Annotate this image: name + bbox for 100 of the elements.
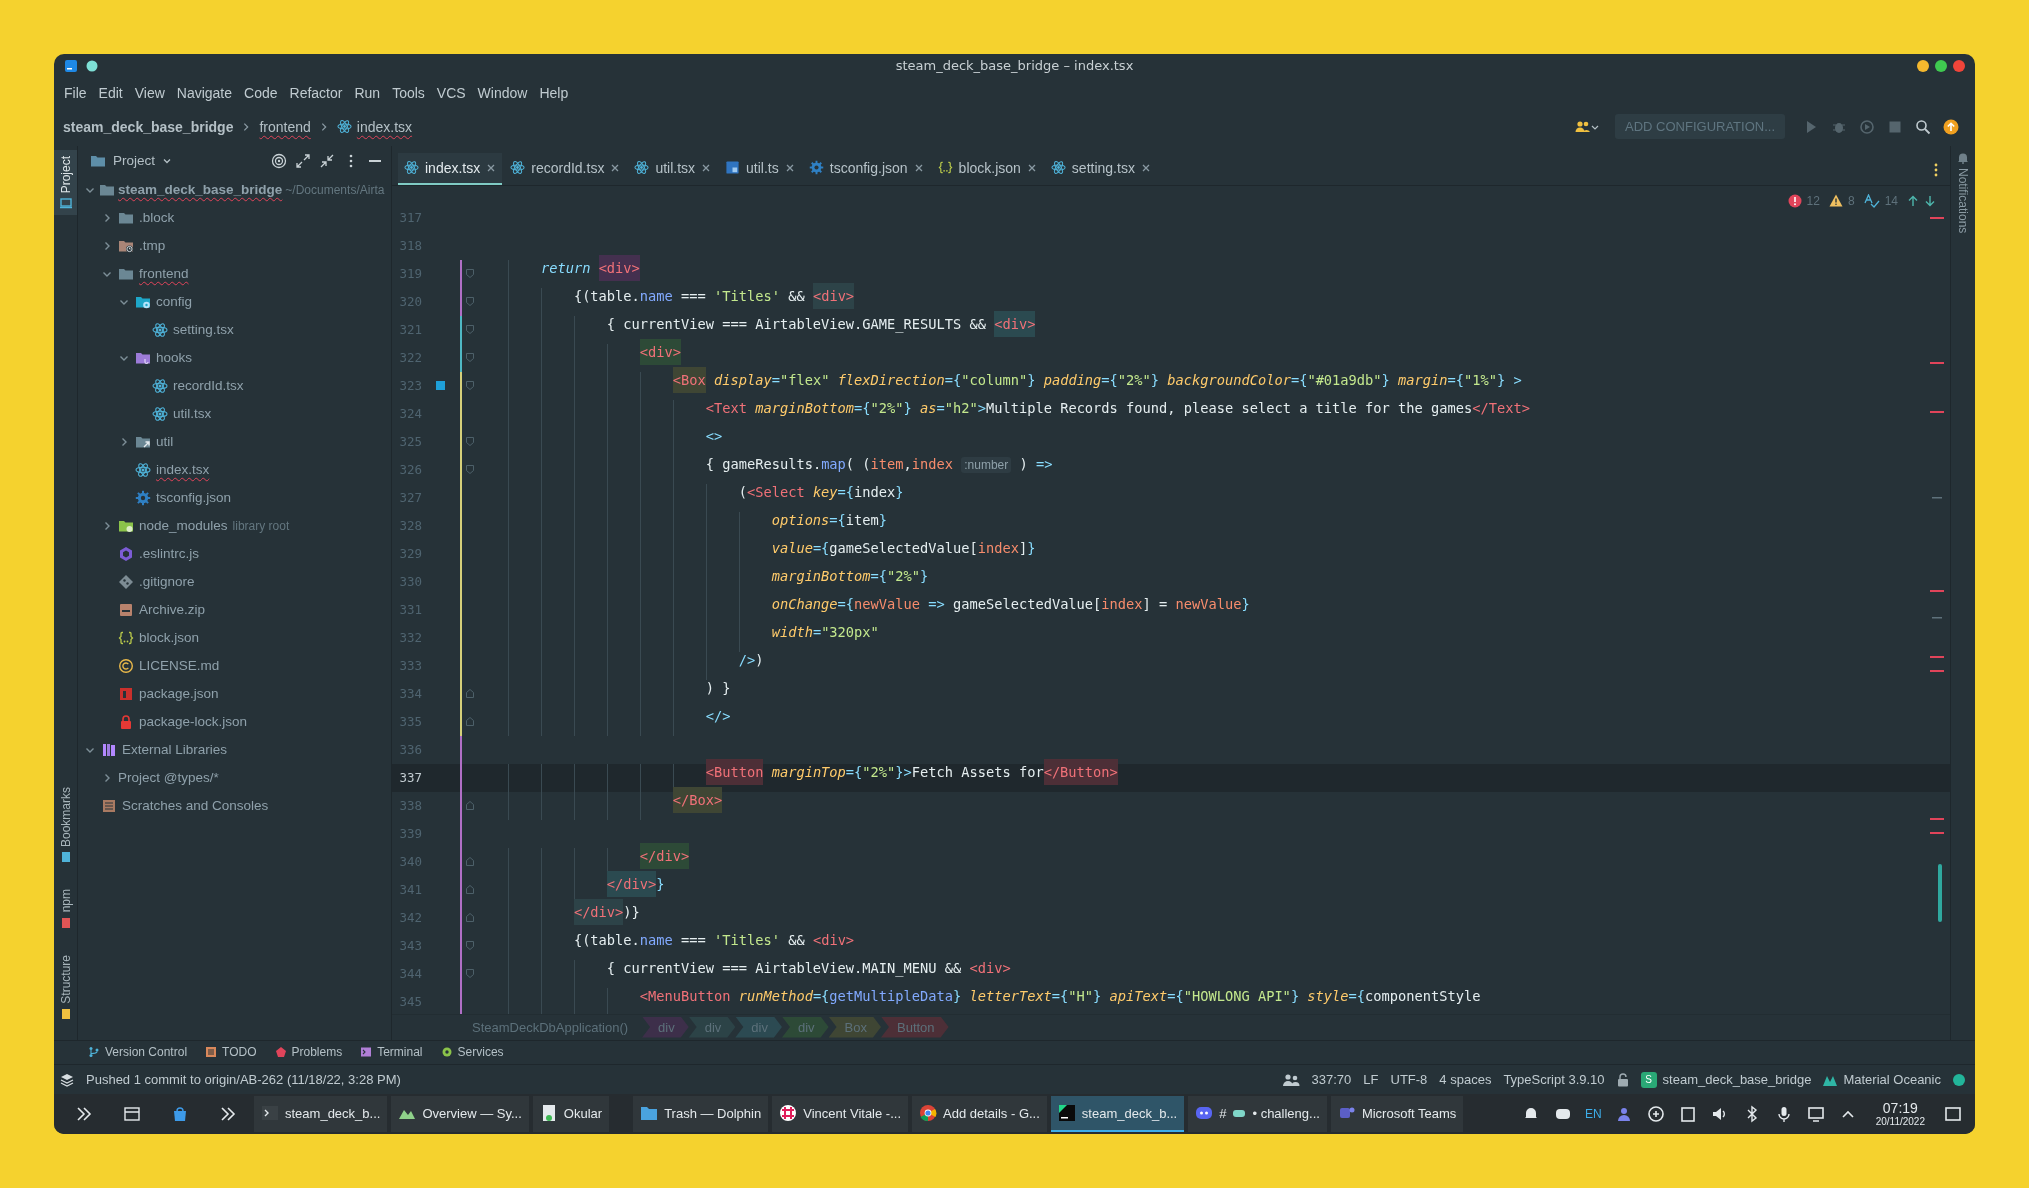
fold-marker-icon[interactable] — [465, 380, 475, 391]
status-item[interactable]: 337:70 — [1311, 1072, 1352, 1088]
minimize-button[interactable] — [1917, 59, 1929, 72]
more-icon[interactable] — [1934, 162, 1938, 177]
sync-icon[interactable] — [1646, 1105, 1665, 1124]
project-view-dropdown[interactable]: Project — [90, 152, 173, 169]
theme-selector[interactable]: Material Oceanic — [1823, 1072, 1941, 1088]
status-item[interactable]: TypeScript 3.9.10 — [1503, 1072, 1605, 1088]
update-icon[interactable] — [1943, 118, 1959, 135]
tree-item[interactable]: Project @types/* — [78, 763, 391, 792]
editor-tab[interactable]: index.tsx — [398, 152, 503, 185]
menu-item[interactable]: Edit — [92, 81, 129, 104]
tree-item[interactable]: .gitignore — [78, 567, 391, 596]
menu-item[interactable]: Help — [533, 81, 575, 104]
tree-item[interactable]: index.tsx — [78, 455, 391, 484]
close-button[interactable] — [1953, 59, 1965, 72]
taskbar-task[interactable]: Add details - G... — [912, 1096, 1047, 1133]
menu-item[interactable]: Refactor — [283, 81, 349, 104]
tree-item[interactable]: steam_deck_base_bridge ~/Documents/Airta — [78, 175, 391, 204]
close-icon[interactable] — [913, 162, 924, 173]
fold-marker-icon[interactable] — [465, 856, 475, 867]
status-item[interactable]: UTF-8 — [1390, 1072, 1428, 1088]
tree-item[interactable]: config — [78, 287, 391, 316]
arrow-down-icon[interactable] — [1924, 194, 1936, 207]
fold-marker-icon[interactable] — [465, 688, 475, 699]
bookmark-marker[interactable] — [436, 381, 445, 390]
tool-window-tab[interactable]: TODO — [205, 1045, 257, 1060]
tree-item[interactable]: util — [78, 427, 391, 456]
tree-item[interactable]: Scratches and Consoles — [78, 791, 391, 820]
editor-tab[interactable]: util.tsx — [628, 152, 718, 185]
editor-tab[interactable]: recordId.tsx — [504, 152, 627, 185]
tree-item[interactable]: Archive.zip — [78, 595, 391, 624]
keyboard-layout[interactable]: EN — [1585, 1107, 1602, 1122]
vcs-root-widget[interactable]: S steam_deck_base_bridge — [1640, 1071, 1812, 1088]
tree-item[interactable]: tsconfig.json — [78, 483, 391, 512]
tool-window-tab[interactable]: Terminal — [360, 1045, 423, 1060]
taskbar-task[interactable]: Okular — [532, 1096, 610, 1133]
tool-window-tab[interactable]: Problems — [274, 1045, 343, 1060]
tree-item[interactable]: .eslintrc.js — [78, 539, 391, 568]
editor-tab[interactable]: tsconfig.json — [802, 152, 930, 185]
unlock-icon[interactable] — [1616, 1072, 1629, 1087]
tree-item[interactable]: util.tsx — [78, 399, 391, 428]
editor-tab[interactable]: block.json — [931, 152, 1043, 185]
taskbar-task[interactable]: Overview — Sy... — [391, 1096, 529, 1133]
tool-window-tab[interactable]: Project — [54, 149, 77, 215]
collapse-icon[interactable] — [319, 152, 335, 169]
editor-tab[interactable]: setting.tsx — [1044, 152, 1157, 185]
fold-marker-icon[interactable] — [465, 268, 475, 279]
status-item[interactable]: LF — [1363, 1072, 1379, 1088]
tree-item[interactable]: recordId.tsx — [78, 371, 391, 400]
tree-item[interactable]: setting.tsx — [78, 315, 391, 344]
taskbar-task[interactable]: steam_deck_b... — [254, 1096, 388, 1133]
search-icon[interactable] — [1915, 118, 1931, 135]
fold-marker-icon[interactable] — [465, 436, 475, 447]
fold-marker-icon[interactable] — [465, 800, 475, 811]
people-icon[interactable] — [1575, 119, 1599, 134]
fold-marker-icon[interactable] — [465, 324, 475, 335]
tree-item[interactable]: .tmp — [78, 231, 391, 260]
tool-window-tab[interactable]: npm — [54, 883, 77, 935]
menu-item[interactable]: File — [58, 81, 93, 104]
tree-item[interactable]: frontend — [78, 259, 391, 288]
close-icon[interactable] — [784, 162, 795, 173]
display-icon[interactable] — [1806, 1105, 1825, 1124]
show-desktop-icon[interactable] — [1944, 1105, 1962, 1124]
menu-item[interactable]: Code — [238, 81, 284, 104]
close-icon[interactable] — [1140, 162, 1151, 173]
menu-item[interactable]: VCS — [430, 81, 472, 104]
tool-window-tab[interactable]: Structure — [54, 948, 77, 1026]
menu-item[interactable]: Navigate — [170, 81, 239, 104]
taskbar-task[interactable]: # • challeng... — [1188, 1096, 1327, 1133]
bag-icon[interactable] — [171, 1105, 189, 1124]
tree-item[interactable]: External Libraries — [78, 735, 391, 764]
tree-item[interactable]: node_modules library root — [78, 511, 391, 540]
close-icon[interactable] — [610, 162, 621, 173]
breadcrumb[interactable]: steam_deck_base_bridge — [63, 118, 234, 135]
breadcrumb[interactable]: frontend — [259, 118, 311, 135]
tool-window-tab[interactable]: Version Control — [88, 1045, 188, 1060]
fold-marker-icon[interactable] — [465, 940, 475, 951]
fold-marker-icon[interactable] — [465, 296, 475, 307]
people-icon[interactable] — [1281, 1072, 1300, 1087]
tree-item[interactable]: LICENSE.md — [78, 651, 391, 680]
fold-marker-icon[interactable] — [465, 716, 475, 727]
taskbar-task[interactable]: steam_deck_b... — [1050, 1096, 1185, 1133]
menu-item[interactable]: View — [128, 81, 171, 104]
expand-icon[interactable] — [295, 152, 311, 169]
tool-window-tab[interactable]: Bookmarks — [54, 781, 77, 870]
tree-item[interactable]: hooks — [78, 343, 391, 372]
status-item[interactable]: 4 spaces — [1439, 1072, 1492, 1088]
close-icon[interactable] — [486, 162, 497, 173]
taskbar-task[interactable]: Trash — Dolphin — [633, 1096, 769, 1133]
taskbar-task[interactable]: Vincent Vitale -... — [772, 1096, 908, 1133]
target-icon[interactable] — [271, 152, 287, 169]
tree-item[interactable]: package-lock.json — [78, 707, 391, 736]
clock-date[interactable]: 20/11/2022 — [1875, 1116, 1925, 1128]
tool-window-tab[interactable]: Services — [440, 1045, 504, 1060]
tree-item[interactable]: package.json — [78, 679, 391, 708]
fold-marker-icon[interactable] — [465, 884, 475, 895]
notifications-tab[interactable]: Notifications — [1956, 151, 1970, 233]
panel-icon[interactable] — [123, 1105, 141, 1124]
fold-marker-icon[interactable] — [465, 912, 475, 923]
